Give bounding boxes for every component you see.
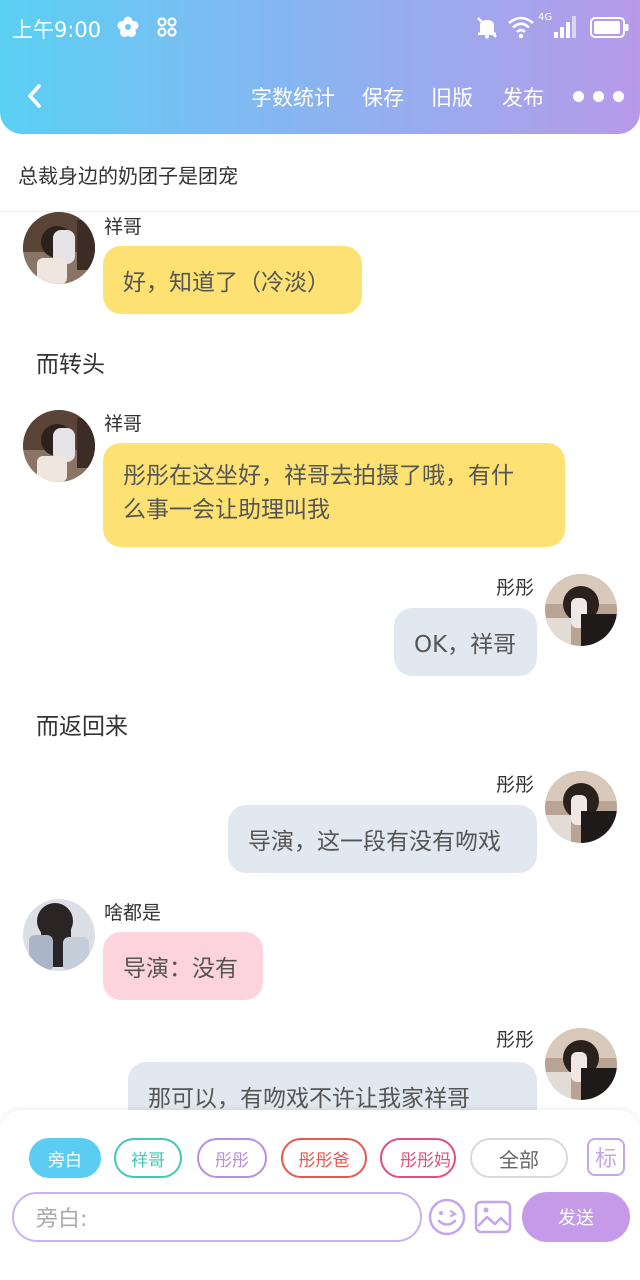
status-time: 上午9:00	[12, 18, 102, 42]
message-bubble[interactable]: 彤彤在这坐好，祥哥去拍摄了哦，有什 么事一会让助理叫我	[103, 443, 565, 547]
role-chip-tongtong[interactable]: 彤彤	[197, 1138, 267, 1178]
more-dot	[573, 91, 584, 102]
app-header: 上午9:00 4G 字数统计 保存 旧版 发布	[0, 0, 640, 134]
avatar-xiangge[interactable]	[23, 410, 95, 482]
send-button[interactable]: 发送	[522, 1192, 630, 1242]
wifi-icon	[508, 16, 534, 39]
input-panel: 旁白 祥哥 彤彤 彤彤爸 彤彤妈 全部 标 旁白: 发送	[0, 1110, 640, 1246]
role-chip-tongtong-mother[interactable]: 彤彤妈	[380, 1138, 456, 1178]
message-line: 么事一会让助理叫我	[123, 497, 330, 523]
more-dot	[593, 91, 604, 102]
publish-button[interactable]: 发布	[502, 82, 544, 112]
narration-text[interactable]: 而返回来	[36, 707, 128, 741]
word-count-button[interactable]: 字数统计	[251, 82, 335, 112]
role-chip-xiangge[interactable]: 祥哥	[114, 1138, 182, 1178]
avatar-tongtong[interactable]	[545, 771, 617, 843]
role-chip-tongtong-father[interactable]: 彤彤爸	[281, 1138, 367, 1178]
avatar-shadoushi[interactable]	[23, 899, 95, 971]
tag-button[interactable]: 标	[587, 1138, 625, 1176]
sender-name: 彤彤	[496, 1029, 535, 1051]
sender-name: 祥哥	[104, 413, 143, 435]
avatar-xiangge[interactable]	[23, 212, 95, 284]
message-bubble[interactable]: OK，祥哥	[394, 608, 537, 676]
avatar-image	[23, 899, 95, 971]
avatar-image	[545, 1028, 617, 1100]
battery-icon	[590, 17, 629, 38]
emoji-icon[interactable]	[427, 1197, 467, 1237]
sender-name: 祥哥	[104, 216, 143, 238]
save-button[interactable]: 保存	[362, 82, 404, 112]
old-version-button[interactable]: 旧版	[431, 82, 473, 112]
all-roles-chip[interactable]: 全部	[470, 1138, 568, 1178]
message-bubble[interactable]: 导演：没有	[103, 932, 263, 1000]
narration-text[interactable]: 而转头	[36, 345, 105, 379]
message-bubble[interactable]: 好，知道了（冷淡）	[103, 246, 362, 314]
mute-bell-icon	[477, 17, 497, 39]
flower-icon	[117, 16, 139, 37]
avatar-image	[545, 574, 617, 646]
story-title: 总裁身边的奶团子是团宠	[18, 164, 238, 188]
sender-name: 彤彤	[496, 577, 535, 599]
system-nav-bar	[0, 1246, 640, 1280]
avatar-image	[23, 212, 95, 284]
sender-name: 啥都是	[104, 902, 162, 924]
signal-icon	[554, 16, 576, 38]
message-input[interactable]: 旁白:	[12, 1192, 422, 1242]
sender-name: 彤彤	[496, 774, 535, 796]
chat-area[interactable]: 祥哥 好，知道了（冷淡） 而转头 祥哥 彤彤在这坐好，祥哥去拍摄了哦，有什 么事…	[0, 212, 640, 1110]
message-bubble[interactable]: 导演，这一段有没有吻戏	[228, 805, 537, 873]
story-title-bar[interactable]: 总裁身边的奶团子是团宠	[0, 134, 640, 212]
scissors-icon	[157, 17, 177, 37]
avatar-tongtong[interactable]	[545, 1028, 617, 1100]
status-bar: 上午9:00 4G	[0, 0, 640, 56]
role-chip-narrator[interactable]: 旁白	[29, 1138, 101, 1178]
avatar-image	[545, 771, 617, 843]
more-options-button[interactable]	[566, 82, 630, 110]
image-icon[interactable]	[474, 1198, 512, 1236]
avatar-image	[23, 410, 95, 482]
avatar-tongtong[interactable]	[545, 574, 617, 646]
more-dot	[613, 91, 624, 102]
message-line: 彤彤在这坐好，祥哥去拍摄了哦，有什	[123, 463, 514, 489]
toolbar: 字数统计 保存 旧版 发布	[0, 70, 640, 122]
message-bubble[interactable]: 那可以，有吻戏不许让我家祥哥	[128, 1062, 537, 1110]
back-icon[interactable]	[18, 78, 54, 114]
network-type-label: 4G	[538, 12, 553, 23]
